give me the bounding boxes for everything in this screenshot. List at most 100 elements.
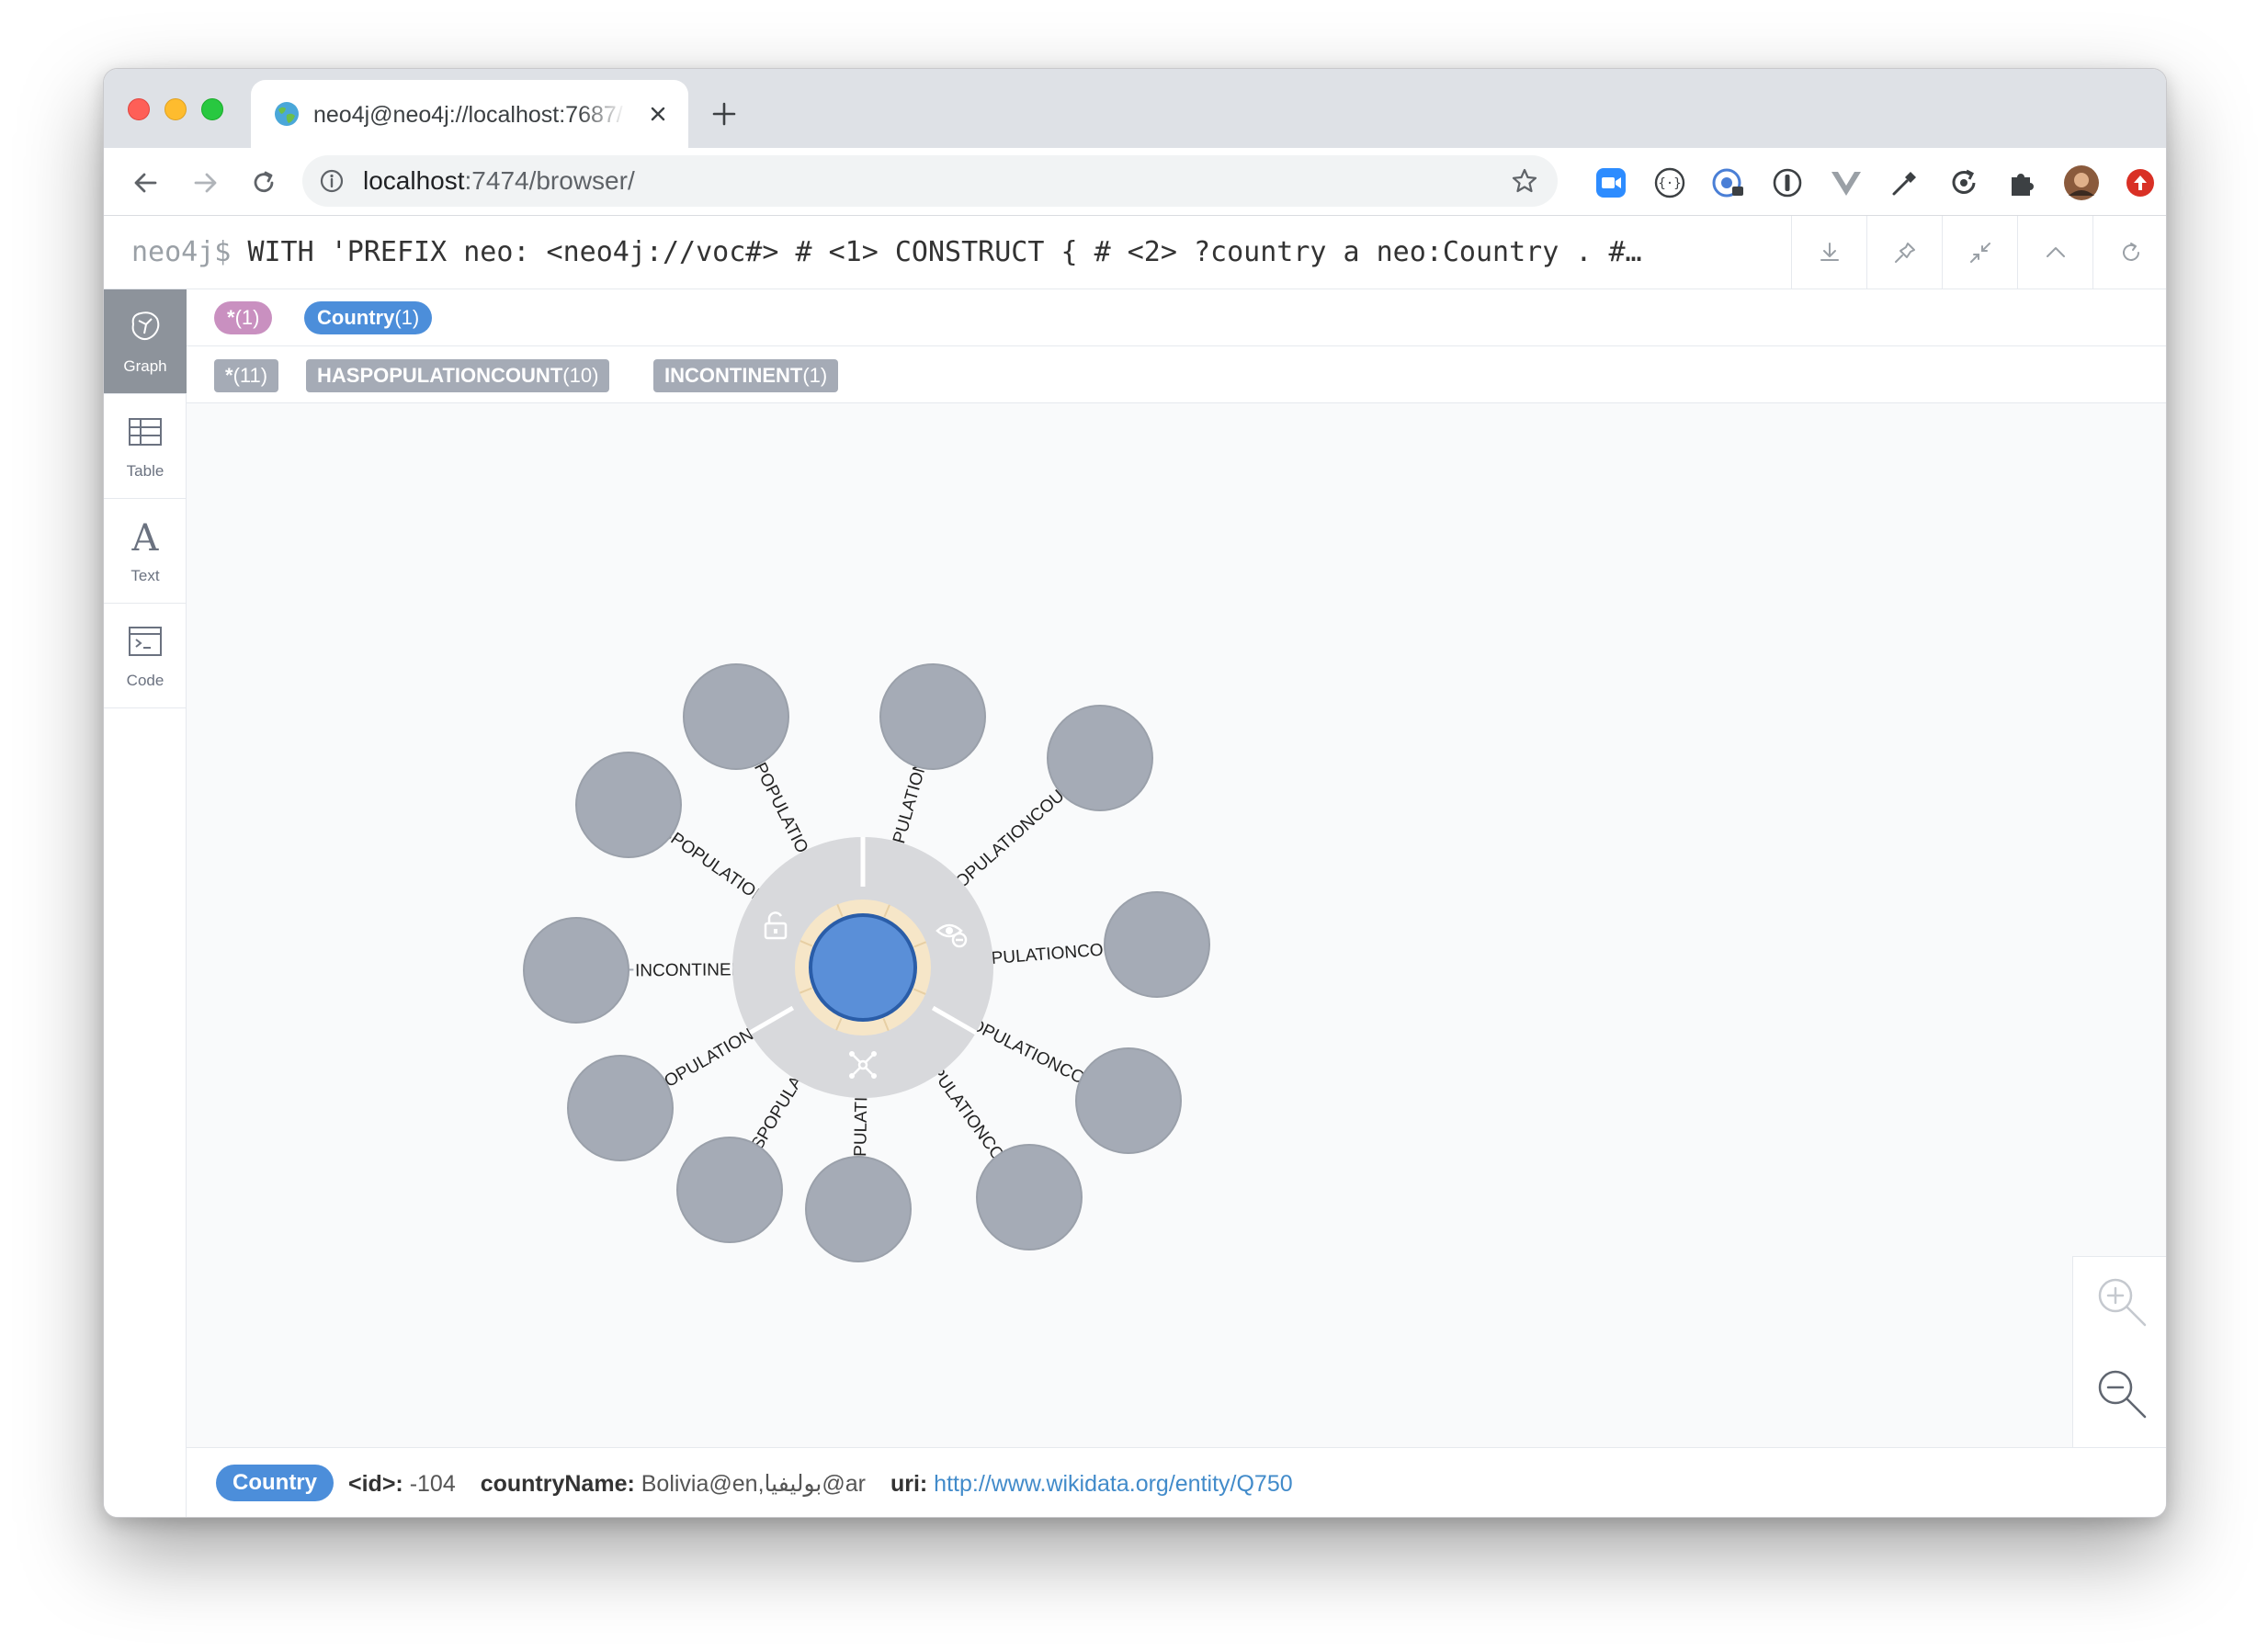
outer-node[interactable] bbox=[805, 1156, 912, 1262]
download-icon bbox=[1820, 243, 1839, 261]
svg-text:{·}: {·} bbox=[1658, 176, 1681, 191]
legend-rel-haspopulationcount[interactable]: HASPOPULATIONCOUNT(10) bbox=[306, 359, 610, 392]
prop-id-key: <id>: bbox=[348, 1471, 403, 1497]
legend-node-country-count: (1) bbox=[394, 306, 420, 329]
url-path: :7474/browser/ bbox=[464, 166, 635, 195]
extensions-puzzle-icon[interactable] bbox=[2004, 164, 2041, 201]
site-info-icon[interactable] bbox=[319, 168, 345, 194]
address-bar[interactable]: localhost:7474/browser/ bbox=[302, 155, 1558, 207]
zoom-in-icon[interactable] bbox=[2092, 1272, 2150, 1330]
outer-node[interactable] bbox=[976, 1144, 1083, 1250]
chevron-up-icon bbox=[2047, 247, 2065, 257]
legend-rel-incontinent-name: INCONTINENT bbox=[664, 364, 803, 387]
legend-rel-incontinent-count: (1) bbox=[802, 364, 828, 387]
close-window-button[interactable] bbox=[128, 98, 150, 120]
result-view-nav: Graph Table A Text Code bbox=[104, 289, 187, 1517]
svg-text:A: A bbox=[131, 517, 160, 556]
center-country-node[interactable] bbox=[809, 913, 917, 1022]
query-editor[interactable]: neo4j$ WITH 'PREFIX neo: <neo4j://voc#> … bbox=[131, 216, 1773, 289]
color-picker-icon[interactable] bbox=[1887, 164, 1923, 201]
legend-node-all-count: (1) bbox=[234, 306, 260, 329]
query-editor-bar: neo4j$ WITH 'PREFIX neo: <neo4j://voc#> … bbox=[104, 216, 2166, 289]
collapse-arrows-icon bbox=[1970, 243, 1990, 263]
new-tab-icon[interactable] bbox=[710, 100, 738, 128]
minimize-window-button[interactable] bbox=[164, 98, 187, 120]
profile-avatar-icon[interactable] bbox=[2063, 164, 2100, 201]
legend-rel-haspopulationcount-name: HASPOPULATIONCOUNT bbox=[317, 364, 563, 387]
text-icon: A bbox=[131, 517, 160, 556]
legend-rel-all-count: (11) bbox=[232, 364, 268, 387]
legend-rel-all[interactable]: *(11) bbox=[214, 359, 279, 392]
legend-node-all-name: * bbox=[227, 306, 235, 329]
prop-countryname-key: countryName: bbox=[480, 1471, 635, 1497]
fold-up-button[interactable] bbox=[2017, 216, 2092, 289]
prop-id-value: -104 bbox=[409, 1471, 456, 1497]
legend-rel-haspopulationcount-count: (10) bbox=[562, 364, 599, 387]
pin-icon bbox=[1895, 243, 1915, 263]
table-icon bbox=[129, 418, 162, 446]
url-host: localhost bbox=[363, 166, 465, 195]
legend-node-country[interactable]: Country(1) bbox=[304, 301, 433, 334]
extension-refresh-icon[interactable] bbox=[1945, 164, 1982, 201]
legend-rel-all-name: * bbox=[225, 364, 233, 387]
bookmark-star-icon[interactable] bbox=[1510, 166, 1539, 196]
neo4j-favicon-icon bbox=[275, 102, 299, 126]
outer-node[interactable] bbox=[676, 1137, 783, 1243]
extension-braces-icon[interactable]: {·} bbox=[1651, 164, 1688, 201]
reload-icon[interactable] bbox=[245, 164, 282, 201]
extension-lock-icon[interactable] bbox=[1710, 164, 1747, 201]
tab-strip: neo4j@neo4j://localhost:7687/ bbox=[104, 69, 2166, 148]
legend-rel-incontinent[interactable]: INCONTINENT(1) bbox=[653, 359, 839, 392]
nodes-layer bbox=[523, 663, 1210, 1262]
browser-window: neo4j@neo4j://localhost:7687/ localhost:… bbox=[103, 68, 2167, 1518]
nav-table-label: Table bbox=[126, 462, 164, 480]
browser-tab[interactable]: neo4j@neo4j://localhost:7687/ bbox=[251, 80, 688, 148]
outer-node[interactable] bbox=[683, 663, 789, 770]
nav-table[interactable]: Table bbox=[104, 394, 187, 499]
status-label-pill[interactable]: Country bbox=[216, 1465, 334, 1501]
extension-info-icon[interactable] bbox=[1769, 164, 1806, 201]
graph-icon bbox=[131, 311, 160, 341]
zoom-extension-icon[interactable] bbox=[1593, 164, 1629, 201]
outer-node[interactable] bbox=[1075, 1047, 1182, 1154]
maximize-window-button[interactable] bbox=[201, 98, 223, 120]
zoom-out-icon[interactable] bbox=[2092, 1363, 2150, 1422]
prop-uri-link[interactable]: http://www.wikidata.org/entity/Q750 bbox=[934, 1471, 1292, 1497]
forward-icon[interactable] bbox=[187, 164, 223, 201]
outer-node[interactable] bbox=[575, 752, 682, 858]
update-icon[interactable] bbox=[2122, 164, 2159, 201]
graph-canvas[interactable]: HASPOPULATIONCOUN HASPOPULATIONCOUN INCONT… bbox=[187, 403, 2166, 1449]
back-icon[interactable] bbox=[128, 164, 164, 201]
query-text: WITH 'PREFIX neo: <neo4j://voc#> # <1> C… bbox=[247, 236, 1642, 268]
download-button[interactable] bbox=[1791, 216, 1866, 289]
vue-devtools-icon[interactable] bbox=[1828, 164, 1865, 201]
outer-node[interactable] bbox=[523, 917, 629, 1024]
nav-graph-label: Graph bbox=[123, 357, 167, 375]
nav-graph[interactable]: Graph bbox=[104, 289, 187, 394]
collapse-button[interactable] bbox=[1942, 216, 2017, 289]
rerun-button[interactable] bbox=[2092, 216, 2166, 289]
zoom-controls bbox=[2072, 1256, 2166, 1449]
outer-node[interactable] bbox=[1047, 705, 1153, 811]
nav-code-label: Code bbox=[126, 672, 164, 689]
nav-text[interactable]: A Text bbox=[104, 499, 187, 604]
outer-node[interactable] bbox=[1104, 891, 1210, 998]
url-text: localhost:7474/browser/ bbox=[363, 155, 635, 207]
pin-button[interactable] bbox=[1866, 216, 1942, 289]
graph-visualization[interactable]: HASPOPULATIONCOUNHASPOPULATIONCOUNINCONT… bbox=[187, 403, 1960, 1447]
tab-title: neo4j@neo4j://localhost:7687/ bbox=[313, 102, 623, 128]
legend-node-country-name: Country bbox=[317, 306, 395, 329]
browser-toolbar: localhost:7474/browser/ {·} bbox=[104, 148, 2166, 216]
relationship-type-legend: *(11) HASPOPULATIONCOUNT(10) INCONTINENT… bbox=[187, 346, 2166, 403]
outer-node[interactable] bbox=[567, 1055, 674, 1161]
outer-node[interactable] bbox=[879, 663, 986, 770]
nav-code[interactable]: Code bbox=[104, 604, 187, 708]
prop-uri-key: uri: bbox=[890, 1471, 928, 1497]
node-properties: <id>: -104 countryName: Bolivia@en,بوليف… bbox=[348, 1448, 1293, 1517]
code-icon bbox=[129, 627, 162, 656]
legend-node-all[interactable]: *(1) bbox=[214, 301, 273, 334]
close-tab-icon[interactable] bbox=[644, 100, 672, 128]
editor-prompt: neo4j$ bbox=[131, 236, 232, 268]
inspector-status-bar: Country <id>: -104 countryName: Bolivia@… bbox=[187, 1447, 2166, 1517]
rerun-icon bbox=[2123, 243, 2139, 261]
